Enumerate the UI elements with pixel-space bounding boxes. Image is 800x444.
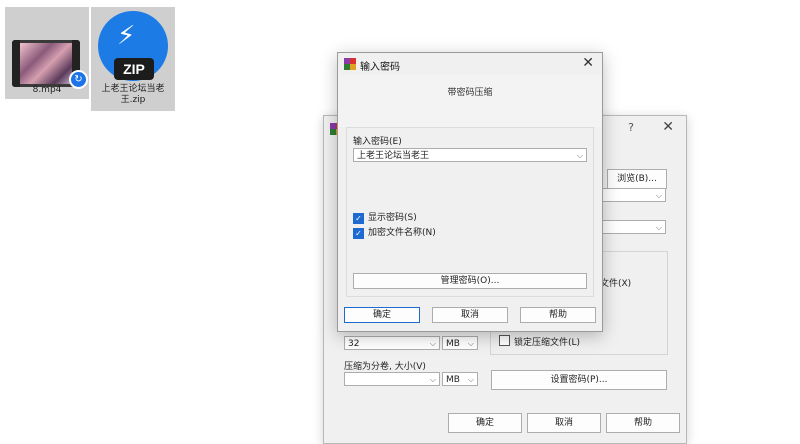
dict-unit-combo[interactable]: MB ⌵: [442, 336, 478, 350]
dialog-title: 输入密码: [360, 62, 400, 73]
desktop-icon-label: 8.mp4: [32, 85, 62, 95]
desktop-icon-video[interactable]: ↻ 8.mp4: [5, 7, 89, 99]
desktop-icon-zip[interactable]: ⚡ ZIP 上老王论坛当老王.zip: [91, 7, 175, 111]
ok-button[interactable]: 确定: [344, 307, 420, 323]
help-icon[interactable]: ?: [628, 121, 634, 134]
password-dialog: 输入密码 ✕ 带密码压缩 输入密码(E) 上老王论坛当老王 ⌵ ✓ 显示密码(S) …: [337, 52, 603, 332]
show-password-checkbox[interactable]: ✓ 显示密码(S): [353, 210, 417, 224]
archive-name-combo[interactable]: ⌵: [600, 188, 666, 202]
manage-passwords-button[interactable]: 管理密码(O)...: [353, 273, 587, 289]
split-size-combo[interactable]: ⌵: [344, 372, 440, 386]
dialog-subtitle: 带密码压缩: [447, 88, 493, 98]
ok-button[interactable]: 确定: [448, 413, 522, 433]
close-icon[interactable]: ✕: [662, 119, 674, 135]
cancel-button[interactable]: 取消: [432, 307, 508, 323]
option-label-fragment: 文件(X): [600, 279, 632, 289]
browse-button[interactable]: 浏览(B)...: [607, 169, 667, 189]
set-password-button[interactable]: 设置密码(P)...: [491, 370, 667, 390]
password-panel: 输入密码(E) 上老王论坛当老王 ⌵ ✓ 显示密码(S) ✓ 加密文件名称(N) 管理…: [346, 127, 594, 297]
dialog-banner: 带密码压缩: [338, 75, 602, 127]
help-button[interactable]: 帮助: [520, 307, 596, 323]
split-unit-combo[interactable]: MB ⌵: [442, 372, 478, 386]
close-icon[interactable]: ✕: [582, 55, 594, 71]
cancel-button[interactable]: 取消: [527, 413, 601, 433]
zip-badge: ZIP: [114, 58, 154, 80]
split-label: 压缩为分卷, 大小(V): [344, 362, 426, 372]
password-input[interactable]: 上老王论坛当老王 ⌵: [353, 148, 587, 162]
help-button[interactable]: 帮助: [606, 413, 680, 433]
desktop-icon-label: 上老王论坛当老王.zip: [101, 84, 165, 105]
bolt-icon: ⚡: [117, 21, 136, 51]
password-label: 输入密码(E): [353, 137, 402, 147]
lock-archive-checkbox[interactable]: 锁定压缩文件(L): [499, 335, 580, 348]
winrar-icon: [344, 58, 356, 70]
encrypt-names-checkbox[interactable]: ✓ 加密文件名称(N): [353, 225, 436, 239]
format-combo[interactable]: ⌵: [600, 220, 666, 234]
title-bar: 输入密码 ✕: [338, 53, 602, 75]
dict-size-combo[interactable]: 32 ⌵: [344, 336, 440, 350]
